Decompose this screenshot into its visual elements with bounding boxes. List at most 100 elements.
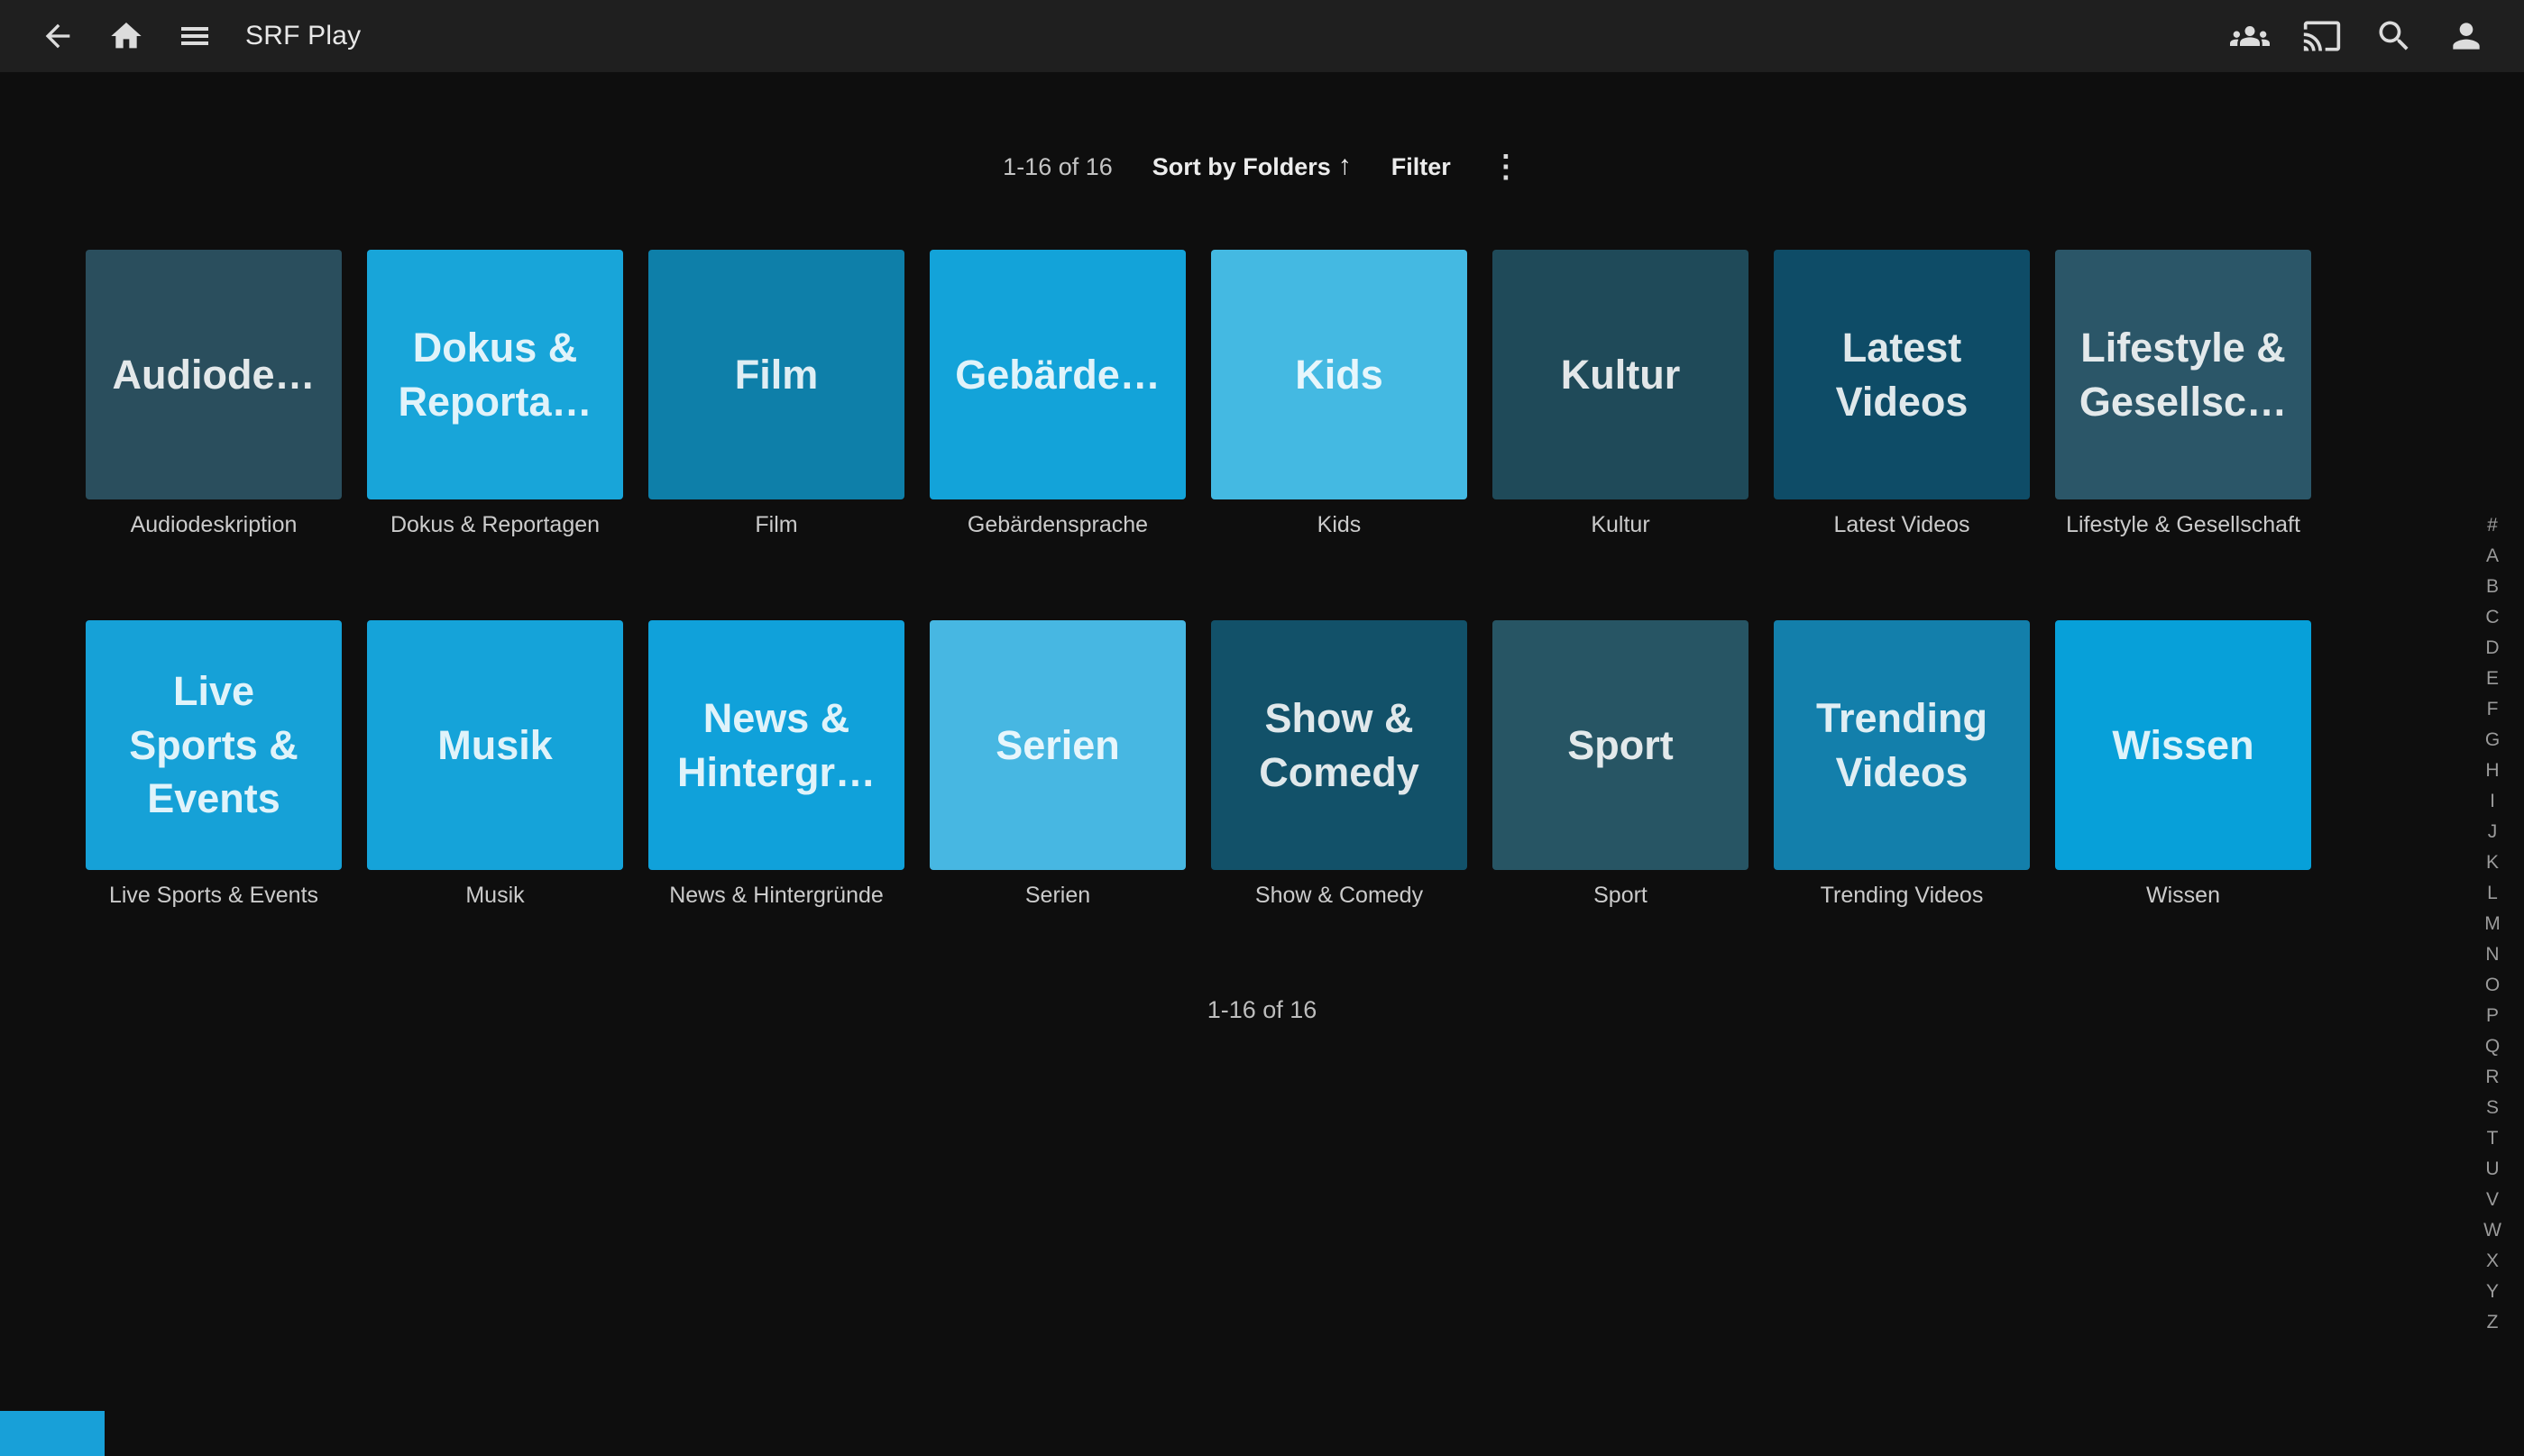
page-title: SRF Play <box>245 21 361 51</box>
folder-label: Dokus & Reportagen <box>367 512 623 539</box>
sort-ascending-icon: ↑ <box>1338 152 1352 179</box>
filter-button-label: Filter <box>1391 153 1451 181</box>
library-folder-tile[interactable]: Show &Comedy Show & Comedy <box>1211 620 1467 910</box>
folder-label: Trending Videos <box>1774 883 2030 910</box>
folder-card: LatestVideos <box>1774 250 2030 499</box>
folder-card-title: Serien <box>987 719 1129 772</box>
folder-card-title: News &Hintergr… <box>668 691 885 799</box>
alphabet-letter[interactable]: H <box>2477 761 2508 781</box>
folder-card: Wissen <box>2055 620 2311 870</box>
folder-card: LiveSports &Events <box>86 620 342 870</box>
alphabet-letter[interactable]: J <box>2477 822 2508 842</box>
alphabet-letter[interactable]: V <box>2477 1190 2508 1210</box>
alphabet-letter[interactable]: L <box>2477 884 2508 903</box>
alphabet-letter[interactable]: # <box>2477 516 2508 536</box>
alphabet-letter[interactable]: M <box>2477 914 2508 934</box>
sort-button[interactable]: Sort by Folders ↑ <box>1152 153 1352 181</box>
item-count: 1-16 of 16 <box>1003 153 1113 181</box>
alphabet-letter[interactable]: U <box>2477 1159 2508 1179</box>
library-folder-tile[interactable]: TrendingVideos Trending Videos <box>1774 620 2030 910</box>
alphabet-letter[interactable]: N <box>2477 945 2508 965</box>
library-folder-tile[interactable]: Lifestyle &Gesellsc… Lifestyle & Gesells… <box>2055 250 2311 539</box>
folder-card: News &Hintergr… <box>648 620 904 870</box>
library-folder-tile[interactable]: Musik Musik <box>367 620 623 910</box>
library-folder-tile[interactable]: Serien Serien <box>930 620 1186 910</box>
folder-card-title: TrendingVideos <box>1807 691 1996 799</box>
alphabet-letter[interactable]: T <box>2477 1129 2508 1149</box>
folder-card: Kultur <box>1492 250 1748 499</box>
alphabet-letter[interactable]: O <box>2477 975 2508 995</box>
alphabet-letter[interactable]: P <box>2477 1006 2508 1026</box>
alphabet-letter[interactable]: C <box>2477 608 2508 627</box>
alphabet-letter[interactable]: W <box>2477 1221 2508 1241</box>
alphabet-letter[interactable]: F <box>2477 700 2508 719</box>
alphabet-letter[interactable]: Z <box>2477 1313 2508 1332</box>
alphabet-letter[interactable]: E <box>2477 669 2508 689</box>
search-icon <box>2374 16 2414 56</box>
folder-label: Musik <box>367 883 623 910</box>
back-arrow-icon <box>40 18 76 54</box>
menu-button[interactable] <box>171 13 218 60</box>
user-button[interactable] <box>2443 13 2490 60</box>
folder-label: Gebärdensprache <box>930 512 1186 539</box>
library-folder-tile[interactable]: LiveSports &Events Live Sports & Events <box>86 620 342 910</box>
filter-button[interactable]: Filter <box>1391 153 1451 181</box>
folder-label: Film <box>648 512 904 539</box>
alphabet-letter[interactable]: S <box>2477 1098 2508 1118</box>
cast-button[interactable] <box>2299 13 2345 60</box>
folder-card: Musik <box>367 620 623 870</box>
folder-card-title: Show &Comedy <box>1250 691 1428 799</box>
library-folder-tile[interactable]: Kultur Kultur <box>1492 250 1748 539</box>
library-folder-tile[interactable]: Film Film <box>648 250 904 539</box>
folder-label: Audiodeskription <box>86 512 342 539</box>
folder-card: Dokus &Reporta… <box>367 250 623 499</box>
search-button[interactable] <box>2371 13 2418 60</box>
folder-label: Latest Videos <box>1774 512 2030 539</box>
folder-label: Kultur <box>1492 512 1748 539</box>
footer-item-count: 1-16 of 16 <box>0 996 2524 1024</box>
folder-card: Kids <box>1211 250 1467 499</box>
alphabet-letter[interactable]: K <box>2477 853 2508 873</box>
alphabet-letter[interactable]: X <box>2477 1251 2508 1271</box>
library-toolbar: 1-16 of 16 Sort by Folders ↑ Filter ⋮ <box>0 149 2524 185</box>
alphabet-letter[interactable]: I <box>2477 792 2508 811</box>
cast-icon <box>2302 16 2342 56</box>
library-folder-tile[interactable]: Sport Sport <box>1492 620 1748 910</box>
folder-label: Wissen <box>2055 883 2311 910</box>
folder-card: Serien <box>930 620 1186 870</box>
library-folder-tile[interactable]: News &Hintergr… News & Hintergründe <box>648 620 904 910</box>
library-folder-tile[interactable]: Dokus &Reporta… Dokus & Reportagen <box>367 250 623 539</box>
folder-card-title: Gebärde… <box>946 348 1170 401</box>
library-folder-tile[interactable]: Kids Kids <box>1211 250 1467 539</box>
alphabet-letter[interactable]: B <box>2477 577 2508 597</box>
alphabet-letter[interactable]: G <box>2477 730 2508 750</box>
folder-card-title: Dokus &Reporta… <box>389 321 601 428</box>
folder-card: TrendingVideos <box>1774 620 2030 870</box>
alphabet-letter[interactable]: Q <box>2477 1037 2508 1057</box>
folder-card-title: Kultur <box>1552 348 1689 401</box>
app-bar-actions <box>2201 13 2490 60</box>
person-icon <box>2446 16 2486 56</box>
home-button[interactable] <box>103 13 150 60</box>
hamburger-menu-icon <box>177 18 213 54</box>
folder-card-title: Audiode… <box>104 348 325 401</box>
back-button[interactable] <box>34 13 81 60</box>
alphabet-letter[interactable]: D <box>2477 638 2508 658</box>
folder-card: Gebärde… <box>930 250 1186 499</box>
more-options-button[interactable]: ⋮ <box>1491 149 1521 185</box>
bottom-left-accent-bar <box>0 1411 105 1456</box>
alphabet-letter[interactable]: A <box>2477 546 2508 566</box>
library-folder-tile[interactable]: Wissen Wissen <box>2055 620 2311 910</box>
alphabet-letter[interactable]: Y <box>2477 1282 2508 1302</box>
library-folder-tile[interactable]: Gebärde… Gebärdensprache <box>930 250 1186 539</box>
folder-card: Lifestyle &Gesellsc… <box>2055 250 2311 499</box>
library-folder-tile[interactable]: Audiode… Audiodeskription <box>86 250 342 539</box>
folder-card: Sport <box>1492 620 1748 870</box>
folder-label: Lifestyle & Gesellschaft <box>2055 512 2311 539</box>
alphabet-picker: # ABCDEFGHIJKLMNOPQRSTUVWXYZ <box>2477 516 2508 1332</box>
library-folder-tile[interactable]: LatestVideos Latest Videos <box>1774 250 2030 539</box>
folder-card: Film <box>648 250 904 499</box>
more-vertical-icon: ⋮ <box>1491 149 1521 185</box>
alphabet-letter[interactable]: R <box>2477 1067 2508 1087</box>
syncplay-button[interactable] <box>2226 13 2273 60</box>
